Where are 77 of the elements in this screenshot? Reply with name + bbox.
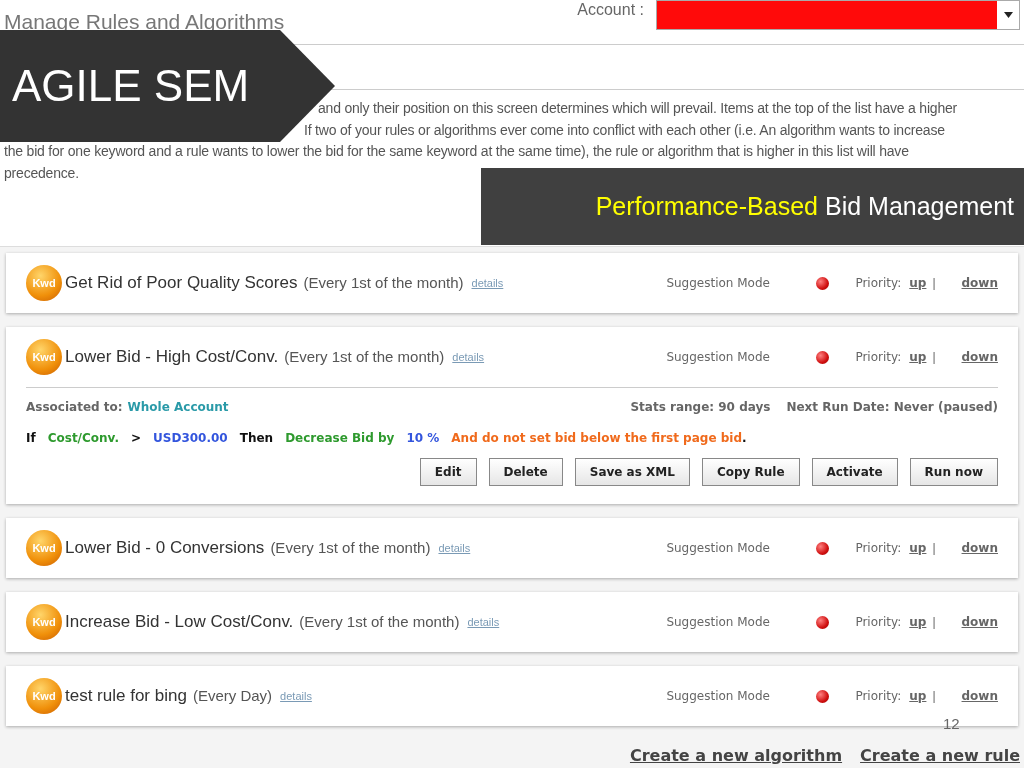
page-number: 12 [943, 714, 960, 734]
priority-label: Priority: [855, 275, 902, 292]
stats-range: Stats range: 90 days [630, 399, 771, 416]
condition-text: Cost/Conv. [47, 430, 119, 447]
kwd-badge: Kwd [26, 530, 62, 566]
priority-description: precedence. [4, 163, 80, 183]
next-run-date: Next Run Date: Never (paused) [786, 399, 998, 416]
priority-description: the bid for one keyword and a rule wants to lower the bid for the same keyword at the same time), the rule or algorithm that is higher in this list will have [4, 142, 910, 161]
details-link[interactable]: details [452, 348, 485, 366]
mode-label: Suggestion Mode [666, 349, 771, 366]
action-button[interactable]: Activate [811, 458, 898, 486]
action-button[interactable]: Save as XML [574, 458, 690, 486]
kwd-badge: Kwd [26, 604, 62, 640]
create-link[interactable]: Create a new rule [860, 744, 1020, 768]
up-link[interactable]: up [909, 274, 927, 292]
priority-description: and only their position on this screen determines which will prevail. Items at the top of the list have a higher [317, 99, 959, 118]
rule-name: Lower Bid - High Cost/Conv. [65, 346, 279, 369]
down-link[interactable]: down [961, 348, 998, 366]
priority-description: If two of your rules or algorithms ever come into conflict with each other (i.e. An algorithm wants to increase [303, 120, 946, 140]
separator: | [932, 349, 936, 366]
rule-schedule: (Every 1st of the month) [299, 611, 460, 632]
up-link[interactable]: up [909, 687, 927, 705]
details-link[interactable]: details [471, 274, 504, 292]
rule-schedule: (Every Day) [192, 685, 273, 706]
action-button[interactable]: Copy Rule [701, 458, 800, 486]
down-link[interactable]: down [961, 687, 998, 705]
kwd-badge: Kwd [26, 265, 62, 301]
mode-label: Suggestion Mode [666, 688, 771, 705]
priority-label: Priority: [855, 688, 902, 705]
condition-text: Decrease Bid by [285, 430, 395, 447]
separator: | [932, 275, 936, 292]
separator: | [932, 614, 936, 631]
rule-name: test rule for bing [65, 685, 187, 708]
condition-text: . [742, 430, 747, 447]
rule-schedule: (Every 1st of the month) [270, 537, 431, 558]
associated-value: Whole Account [127, 399, 229, 416]
up-link[interactable]: up [909, 539, 927, 557]
subtitle-highlight: Performance-Based [595, 190, 818, 222]
condition-text: And do not set bid below the first page bid [451, 430, 742, 447]
details-link[interactable]: details [467, 613, 500, 631]
mode-label: Suggestion Mode [666, 275, 771, 292]
action-button[interactable]: Edit [419, 458, 477, 486]
kwd-badge: Kwd [26, 678, 62, 714]
action-button[interactable]: Delete [488, 458, 563, 486]
rule-name: Increase Bid - Low Cost/Conv. [65, 611, 294, 634]
condition-text: USD300.00 [153, 430, 228, 447]
associated-label: Associated to: [26, 399, 123, 416]
subtitle-text: Bid Management [825, 190, 1014, 222]
mode-label: Suggestion Mode [666, 614, 771, 631]
details-link[interactable]: details [280, 687, 312, 705]
details-link[interactable]: details [438, 539, 471, 557]
rule-name: Get Rid of Poor Quality Scores [65, 272, 298, 295]
account-label: Account : [577, 0, 644, 20]
condition-text: Then [239, 430, 274, 447]
page-title: Manage Rules and Algorithms [4, 9, 285, 36]
down-link[interactable]: down [961, 274, 998, 292]
rule-schedule: (Every 1st of the month) [303, 272, 464, 293]
separator: | [932, 540, 936, 557]
account-dropdown[interactable] [656, 0, 1020, 30]
rule-name: Lower Bid - 0 Conversions [65, 537, 265, 560]
rule-schedule: (Every 1st of the month) [284, 346, 445, 367]
kwd-badge: Kwd [26, 339, 62, 375]
separator: | [932, 688, 936, 705]
mode-label: Suggestion Mode [666, 540, 771, 557]
down-link[interactable]: down [961, 539, 998, 557]
up-link[interactable]: up [909, 613, 927, 631]
down-link[interactable]: down [961, 613, 998, 631]
condition-text: If [26, 430, 36, 447]
priority-label: Priority: [855, 540, 902, 557]
condition-text: > [131, 430, 142, 447]
banner-title: AGILE SEM [12, 64, 250, 108]
create-link[interactable]: Create a new algorithm [629, 744, 843, 768]
up-link[interactable]: up [909, 348, 927, 366]
condition-text: 10 % [406, 430, 440, 447]
priority-label: Priority: [855, 349, 902, 366]
action-button[interactable]: Run now [909, 458, 998, 486]
priority-label: Priority: [855, 614, 902, 631]
